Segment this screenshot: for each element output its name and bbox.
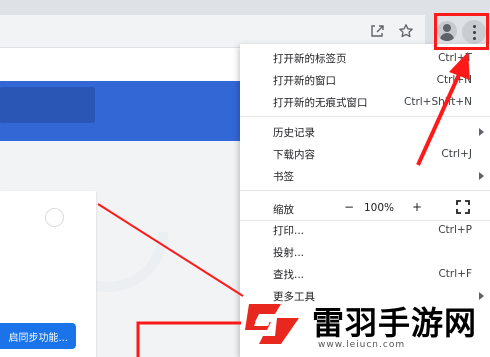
menu-item-shortcut: Ctrl+P [438,224,472,236]
menu-item-shortcut: Ctrl+Shift+N [404,96,472,108]
menu-item-label: 历史记录 [273,126,315,139]
submenu-arrow-icon [479,172,484,180]
menu-item-label: 查找... [273,268,305,281]
menu-item-find[interactable]: 查找... Ctrl+F [240,263,490,285]
menu-item-new-incognito[interactable]: 打开新的无痕式窗口 Ctrl+Shift+N [240,91,490,113]
address-bar[interactable] [0,15,425,47]
zoom-label: 缩放 [273,204,294,216]
menu-item-downloads[interactable]: 下载内容 Ctrl+J [240,143,490,165]
fullscreen-icon[interactable] [455,199,471,215]
menu-separator [240,116,490,117]
submenu-arrow-icon [479,128,484,136]
menu-item-shortcut: Ctrl+N [436,74,472,86]
watermark-title: 雷羽手游网 [312,304,478,342]
menu-item-label: 书签 [273,170,294,183]
star-icon[interactable] [396,21,416,41]
menu-item-label: 打开新的标签页 [273,52,347,65]
menu-item-cast[interactable]: 投射... [240,241,490,263]
share-icon[interactable] [367,21,387,41]
zoom-level: 100% [364,202,395,214]
menu-item-shortcut: Ctrl+T [438,52,472,64]
menu-item-history[interactable]: 历史记录 [240,121,490,143]
watermark-url: www.leiucn.com [318,340,406,350]
decorative-circle [45,208,64,227]
submenu-arrow-icon [479,292,484,300]
banner-search-box[interactable] [0,87,95,123]
menu-item-shortcut: Ctrl+F [438,268,472,280]
watermark-logo [245,304,299,344]
menu-item-label: 打印... [273,224,305,237]
browser-toolbar [0,0,490,48]
zoom-out-button[interactable]: − [338,196,360,218]
menu-item-label: 投射... [273,246,305,259]
menu-item-new-tab[interactable]: 打开新的标签页 Ctrl+T [240,47,490,69]
menu-item-print[interactable]: 打印... Ctrl+P [240,219,490,241]
menu-item-label: 打开新的无痕式窗口 [273,96,368,109]
menu-item-bookmarks[interactable]: 书签 [240,165,490,187]
zoom-in-button[interactable]: + [406,196,428,218]
menu-item-shortcut: Ctrl+J [441,148,472,160]
annotation-highlight-box [434,13,489,50]
sync-button[interactable]: 启同步功能... [0,323,76,349]
menu-item-label: 下载内容 [273,148,315,161]
menu-item-new-window[interactable]: 打开新的窗口 Ctrl+N [240,69,490,91]
menu-separator [240,190,490,191]
menu-item-label: 打开新的窗口 [273,74,336,87]
